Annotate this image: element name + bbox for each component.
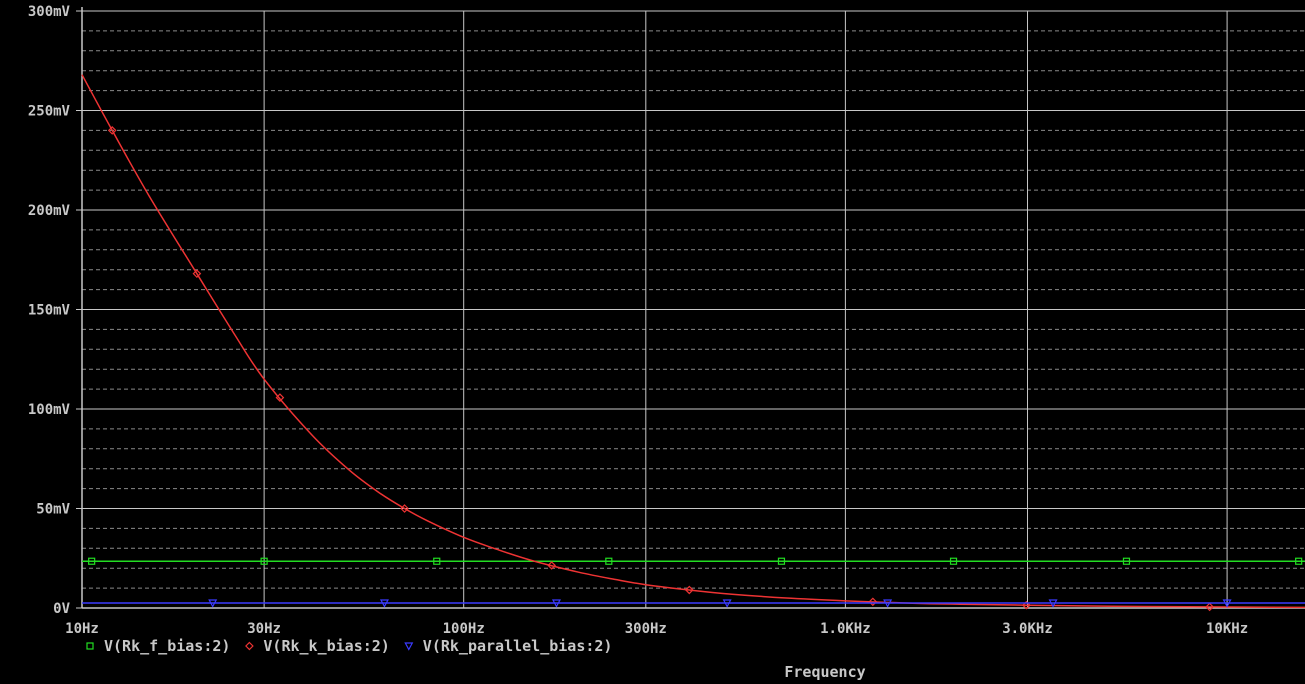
x-tick-label: 10Hz: [65, 621, 99, 637]
y-tick-label: 200mV: [28, 203, 71, 219]
chart-legend: V(Rk_f_bias:2) V(Rk_k_bias:2) V(Rk_paralle…: [86, 637, 613, 655]
legend-item: V(Rk_parallel_bias:2): [404, 637, 613, 655]
legend-label: V(Rk_k_bias:2): [263, 637, 389, 655]
x-tick-label: 3.0KHz: [1002, 621, 1053, 637]
x-tick-label: 300Hz: [625, 621, 667, 637]
legend-item: V(Rk_k_bias:2): [245, 637, 390, 655]
data-point-square: [86, 642, 94, 650]
x-tick-label: 1.0KHz: [820, 621, 871, 637]
legend-item: V(Rk_f_bias:2): [86, 637, 230, 655]
series-line: [81, 74, 1305, 609]
legend-label: V(Rk_parallel_bias:2): [423, 637, 613, 655]
series-1: [81, 74, 1305, 612]
data-point-diamond: [245, 641, 254, 651]
frequency-response-chart: 0V 50mV 100mV 150mV 200mV 250mV 300mV 10Hz 30Hz…: [28, 4, 1305, 681]
x-tick-label: 30Hz: [247, 621, 281, 637]
y-tick-labels: 0V 50mV 100mV 150mV 200mV 250mV 300mV: [28, 4, 71, 617]
y-tick-label: 0V: [53, 601, 70, 617]
x-tick-labels: 10Hz 30Hz 100Hz 300Hz 1.0KHz 3.0KHz 10KHz: [65, 621, 1248, 637]
x-tick-label: 100Hz: [443, 621, 485, 637]
y-tick-label: 50mV: [36, 502, 70, 518]
chart-grid: [81, 10, 1305, 609]
x-axis-title: Frequency: [784, 663, 865, 681]
data-point-triangle: [404, 642, 414, 651]
chart-series: [81, 74, 1305, 612]
y-tick-label: 150mV: [28, 303, 71, 319]
y-tick-label: 100mV: [28, 402, 71, 418]
x-tick-label: 10KHz: [1206, 621, 1248, 637]
y-tick-label: 300mV: [28, 4, 71, 20]
series-0: [82, 557, 1305, 565]
chart-axes: [76, 7, 1305, 609]
y-tick-label: 250mV: [28, 104, 71, 120]
legend-label: V(Rk_f_bias:2): [104, 637, 230, 655]
